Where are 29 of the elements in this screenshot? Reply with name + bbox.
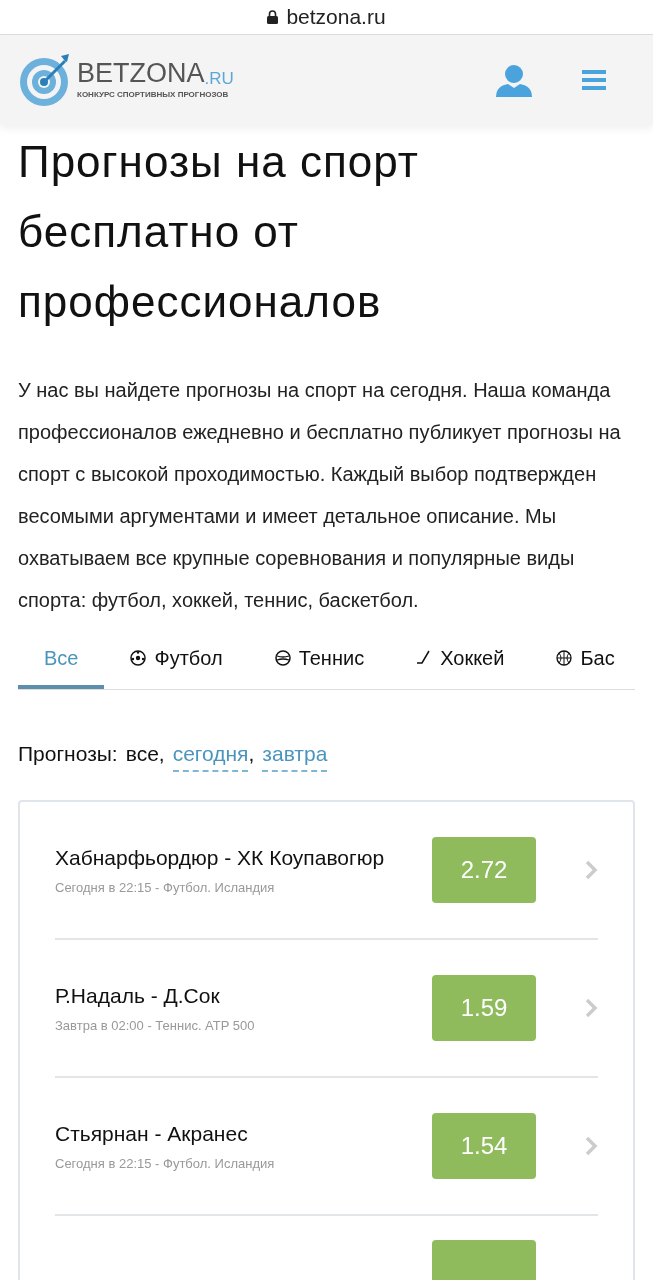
logo-domain: .RU xyxy=(204,69,234,87)
comma-separator: , xyxy=(248,741,255,767)
menu-icon[interactable] xyxy=(582,68,606,92)
intro-paragraph: У нас вы найдете прогнозы на спорт на сегодня. Наша команда профессионалов ежедневно и бесплатно публикует прогнозы на спорт с высокой проходимостью. Каждый выбор подтвержден весомыми аргументами и имеет детальное описание. Мы охватываем все крупные соревнования и популярные виды спорта: футбол, хоккей, теннис, баскетбол. xyxy=(18,378,622,613)
match-title[interactable]: Хабнарфьордюр - ХК Коупавогюр xyxy=(55,842,420,874)
sport-tab[interactable]: Теннис xyxy=(248,631,391,689)
tennis-ball-icon xyxy=(274,650,291,666)
url-text[interactable]: betzona.ru xyxy=(286,1,386,33)
page-title: Прогнозы на спорт бесплатно от профессионалов xyxy=(18,136,420,328)
sport-tab[interactable]: Хоккей xyxy=(390,631,531,689)
logo-wordmark: BETZONA xyxy=(77,59,205,87)
chevron-right-icon[interactable] xyxy=(584,859,598,880)
sport-tab[interactable]: Футбол xyxy=(104,631,249,689)
match-title[interactable]: Р.Надаль - Д.Сок xyxy=(55,980,420,1012)
chevron-right-icon[interactable] xyxy=(584,997,598,1018)
filter-current: все, xyxy=(125,741,165,767)
chevron-right-icon[interactable] xyxy=(584,1135,598,1156)
sport-tab[interactable]: Бас xyxy=(530,631,635,689)
basketball-icon xyxy=(556,650,573,666)
match-info: Завтра в 02:00 - Теннис. ATP 500 xyxy=(55,1016,256,1035)
filter-label: Прогнозы: xyxy=(18,741,118,767)
logo-tagline: КОНКУРС СПОРТИВНЫХ ПРОГНОЗОВ xyxy=(77,88,230,101)
hockey-stick-icon xyxy=(416,650,433,666)
padlock-icon xyxy=(267,10,279,24)
match-info: Сегодня в 22:15 - Футбол. Исландия xyxy=(55,878,276,897)
match-info: Сегодня в 22:15 - Футбол. Исландия xyxy=(55,1154,276,1173)
user-icon[interactable] xyxy=(496,63,532,97)
match-title[interactable]: Стьярнан - Акранес xyxy=(55,1118,420,1150)
soccer-ball-icon xyxy=(130,650,147,666)
